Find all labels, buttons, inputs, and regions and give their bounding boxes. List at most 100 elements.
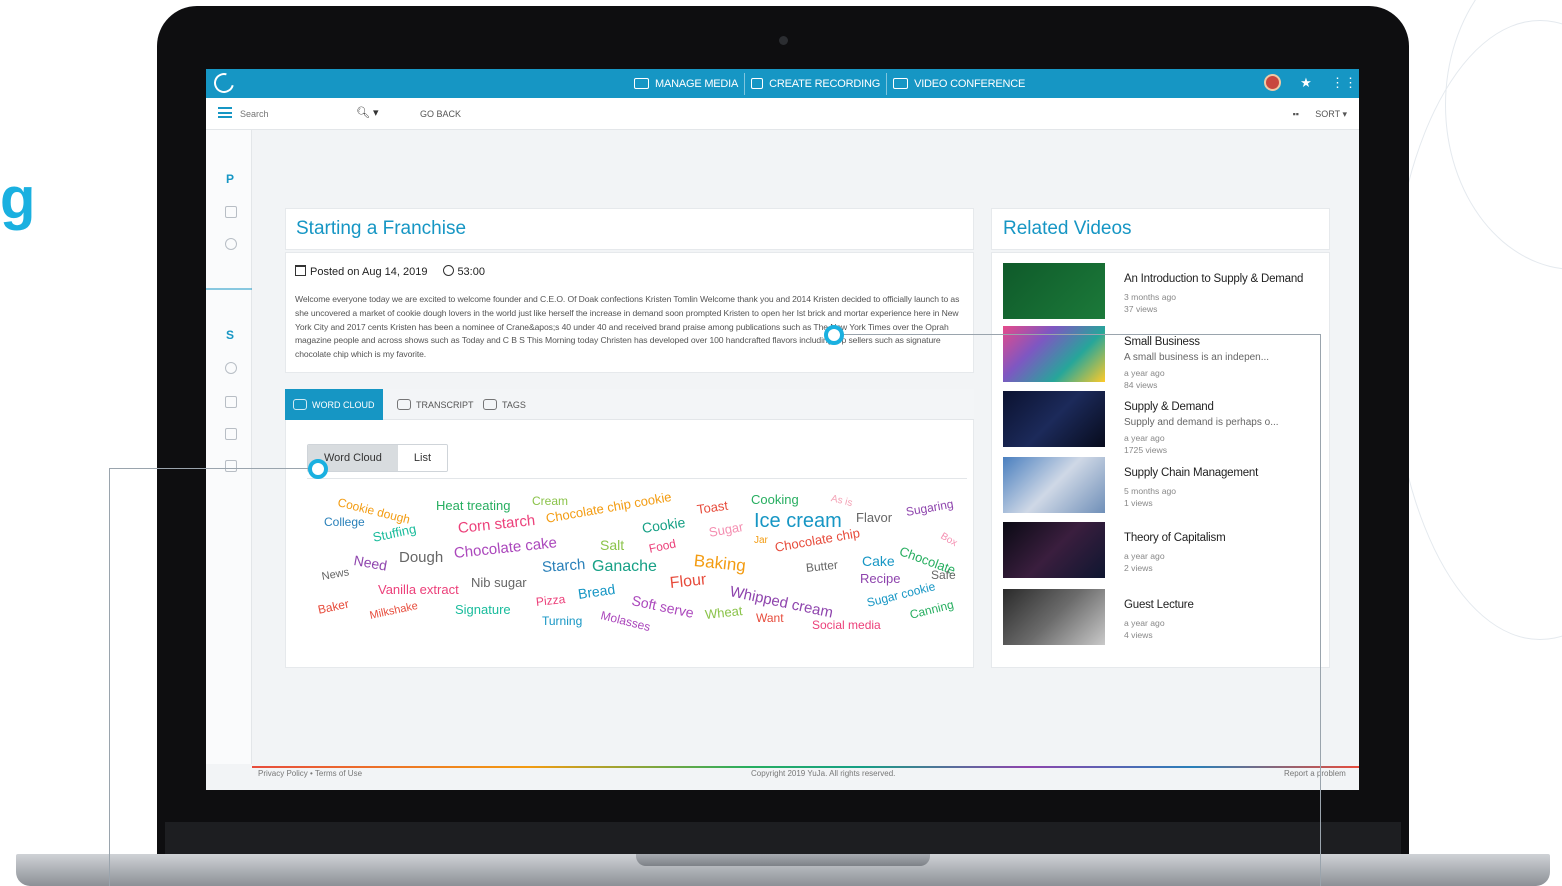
tab-tags[interactable]: TAGS xyxy=(475,389,534,420)
related-video-age: 5 months ago xyxy=(1124,486,1177,496)
home-icon[interactable] xyxy=(225,206,237,218)
related-video-views: 84 views xyxy=(1124,380,1158,390)
word-cloud-term[interactable]: Starch xyxy=(541,556,585,576)
related-video-title[interactable]: Supply & Demand xyxy=(1124,401,1214,413)
logo-icon[interactable] xyxy=(210,69,238,97)
library-icon[interactable] xyxy=(225,428,237,440)
word-cloud-term[interactable]: Vanilla extract xyxy=(378,583,459,596)
word-cloud-term[interactable]: Signature xyxy=(455,603,511,616)
toggle-divider xyxy=(307,478,967,479)
transcript-icon xyxy=(397,399,411,410)
menu-icon[interactable] xyxy=(218,107,232,118)
marketing-canvas: g MANAGE MEDIA CREATE RECORDING VIDEO CO… xyxy=(0,0,1562,886)
posted-date: Posted on Aug 14, 2019 xyxy=(295,265,427,278)
institution-icon[interactable] xyxy=(225,396,237,408)
copyright-text: Copyright 2019 YuJa. All rights reserved… xyxy=(751,769,896,778)
video-thumbnail[interactable] xyxy=(1003,263,1105,319)
word-cloud-term[interactable]: Cake xyxy=(862,554,895,568)
word-cloud-term[interactable]: College xyxy=(324,516,365,528)
search-icon[interactable]: 🔍︎ ▾ xyxy=(356,106,379,119)
related-video-views: 37 views xyxy=(1124,304,1158,314)
word-cloud-term[interactable]: Jar xyxy=(754,536,768,546)
word-cloud-term[interactable]: Ice cream xyxy=(754,511,842,531)
list-view-button[interactable]: List xyxy=(397,445,448,471)
callout-line xyxy=(1320,334,1321,886)
go-back-button[interactable]: GO BACK xyxy=(420,109,461,119)
notification-icon[interactable]: ★ xyxy=(1299,75,1313,90)
avatar[interactable] xyxy=(1264,74,1281,91)
related-video-description: Supply and demand is perhaps o... xyxy=(1124,417,1279,428)
word-cloud-term[interactable]: Want xyxy=(756,612,784,624)
related-video-age: 3 months ago xyxy=(1124,292,1177,302)
tab-word-cloud-label: WORD CLOUD xyxy=(312,399,375,410)
footer-color-bar xyxy=(252,766,1359,768)
related-video-title[interactable]: An Introduction to Supply & Demand xyxy=(1124,273,1303,285)
word-cloud-term[interactable]: Wheat xyxy=(704,603,743,622)
related-video-views: 1 views xyxy=(1124,498,1153,508)
related-video-views: 4 views xyxy=(1124,630,1153,640)
tab-word-cloud[interactable]: WORD CLOUD xyxy=(285,389,383,420)
search-input[interactable] xyxy=(240,106,350,122)
video-thumbnail[interactable] xyxy=(1003,391,1105,447)
related-video-title[interactable]: Small Business xyxy=(1124,336,1200,348)
tag-icon xyxy=(483,399,497,410)
cloud-icon xyxy=(293,399,307,410)
grid-view-icon[interactable]: ▪▪ xyxy=(1293,109,1299,119)
archive-icon[interactable] xyxy=(225,460,237,472)
sort-button[interactable]: SORT ▾ xyxy=(1315,109,1347,120)
posted-date-text: Posted on Aug 14, 2019 xyxy=(310,266,428,278)
tab-bar: WORD CLOUD TRANSCRIPT TAGS xyxy=(285,389,974,420)
related-video-age: a year ago xyxy=(1124,618,1165,628)
clock-icon xyxy=(443,265,455,276)
callout-line xyxy=(836,334,1320,335)
word-cloud-term[interactable]: Heat treating xyxy=(436,499,510,512)
related-video-description: A small business is an indepen... xyxy=(1124,352,1270,363)
manage-media-button[interactable]: MANAGE MEDIA xyxy=(628,69,744,98)
apps-grid-icon[interactable]: ⋮⋮⋮ xyxy=(1331,75,1359,90)
video-meta: Posted on Aug 14, 2019 53:00 xyxy=(295,265,485,278)
tab-tags-label: TAGS xyxy=(502,399,526,410)
word-cloud-term[interactable]: Safe xyxy=(931,569,956,581)
word-cloud-term[interactable]: Turning xyxy=(542,615,582,627)
video-thumbnail[interactable] xyxy=(1003,457,1105,513)
calendar-icon xyxy=(295,265,306,276)
recording-icon xyxy=(751,78,764,89)
manage-media-label: MANAGE MEDIA xyxy=(655,77,739,90)
word-cloud-term[interactable]: Butter xyxy=(805,558,838,575)
word-cloud-term[interactable]: Dough xyxy=(399,550,443,565)
globe-icon[interactable] xyxy=(225,362,237,374)
word-cloud-term[interactable]: Cream xyxy=(532,495,568,507)
word-cloud-term[interactable]: Salt xyxy=(600,538,624,552)
word-cloud-term[interactable]: Cooking xyxy=(751,493,799,506)
word-cloud-term[interactable]: Recipe xyxy=(860,572,900,585)
duration: 53:00 xyxy=(443,265,485,278)
tab-transcript[interactable]: TRANSCRIPT xyxy=(389,389,482,420)
top-nav: MANAGE MEDIA CREATE RECORDING VIDEO CONF… xyxy=(628,69,1031,98)
background-arc xyxy=(1390,20,1562,640)
related-video-title[interactable]: Theory of Capitalism xyxy=(1124,532,1226,544)
word-cloud-term[interactable]: Social media xyxy=(812,619,881,631)
related-video-title[interactable]: Guest Lecture xyxy=(1124,599,1194,611)
top-nav-bar: MANAGE MEDIA CREATE RECORDING VIDEO CONF… xyxy=(206,69,1359,98)
sidebar-section-p: P xyxy=(226,172,235,186)
video-thumbnail[interactable] xyxy=(1003,589,1105,645)
camera-icon xyxy=(779,36,788,45)
word-cloud-term[interactable]: Ganache xyxy=(592,559,657,575)
create-recording-button[interactable]: CREATE RECORDING xyxy=(745,69,886,98)
video-conference-button[interactable]: VIDEO CONFERENCE xyxy=(887,69,1031,98)
related-video-age: a year ago xyxy=(1124,551,1165,561)
word-cloud-term[interactable]: Pizza xyxy=(535,592,566,609)
share-icon[interactable] xyxy=(225,238,237,250)
video-thumbnail[interactable] xyxy=(1003,522,1105,578)
word-cloud-term[interactable]: Nib sugar xyxy=(471,576,527,589)
related-video-age: a year ago xyxy=(1124,433,1165,443)
related-video-title[interactable]: Supply Chain Management xyxy=(1124,467,1258,479)
report-problem-link[interactable]: Report a problem xyxy=(1284,769,1346,778)
sidebar-divider xyxy=(206,288,252,290)
create-recording-label: CREATE RECORDING xyxy=(769,77,881,90)
video-conference-label: VIDEO CONFERENCE xyxy=(914,77,1026,90)
callout-line xyxy=(109,468,319,469)
privacy-terms-link[interactable]: Privacy Policy • Terms of Use xyxy=(258,769,362,778)
related-video-views: 1725 views xyxy=(1124,445,1167,455)
word-cloud-term[interactable]: Flavor xyxy=(856,511,892,524)
